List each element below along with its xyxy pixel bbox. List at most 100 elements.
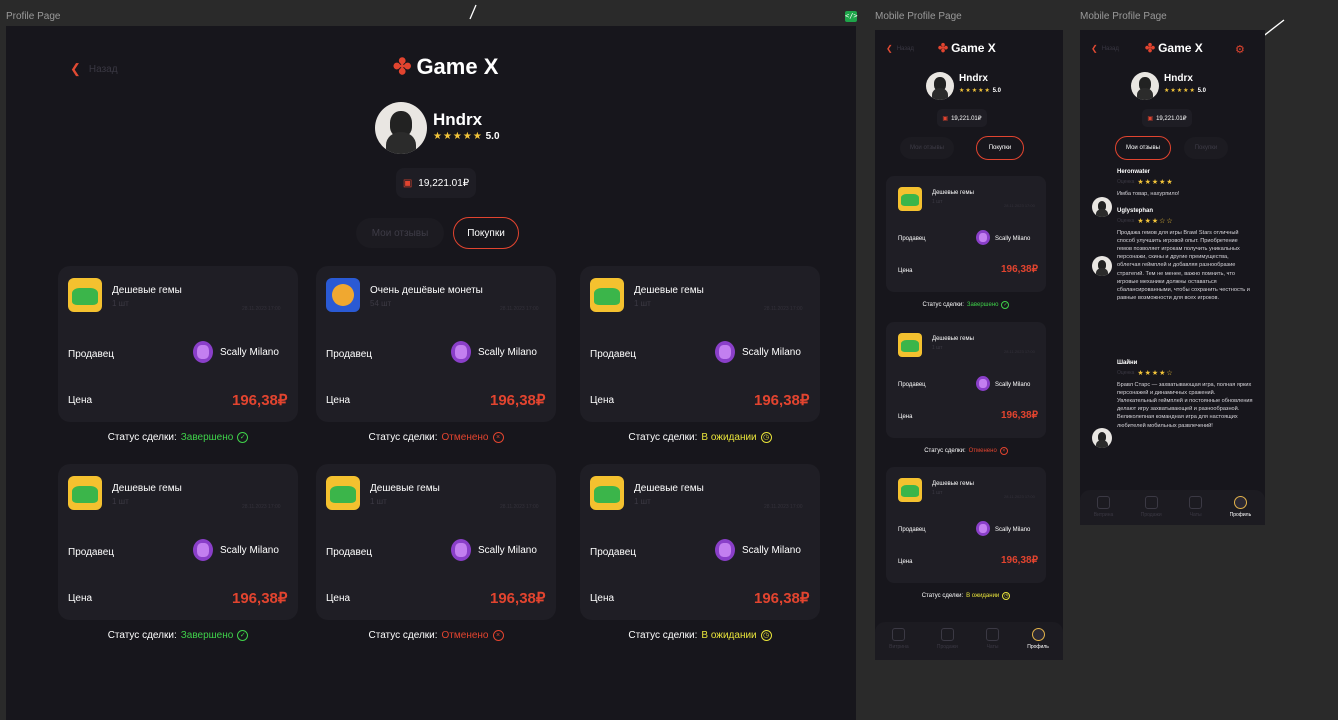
logo[interactable]: ✤ Game X [393, 54, 498, 80]
rating-stars: ★★★★★ [1164, 88, 1196, 94]
purchase-card[interactable]: Дешевые гемы 1 шт 28.11.2023 17:00 Продавец… [58, 464, 298, 620]
tabbar-item[interactable]: Продажи [1141, 496, 1162, 518]
seller-avatar[interactable] [715, 341, 735, 363]
seller-avatar[interactable] [451, 341, 471, 363]
seller-avatar[interactable] [451, 539, 471, 561]
reviewer-avatar[interactable] [1092, 428, 1112, 448]
balance-pill[interactable]: ▣ 19,221.01₽ [396, 168, 476, 198]
seller-avatar[interactable] [715, 539, 735, 561]
back-button-m2[interactable]: ❮ Назад [1091, 44, 1119, 53]
seller-name[interactable]: Scally Milano [995, 382, 1030, 388]
purchase-card[interactable]: Дешевые гемы 1 шт 28.11.2023 17:00 Продавец… [58, 266, 298, 422]
balance-value: 19,221.01₽ [1156, 115, 1187, 122]
review-rating-row: Оценка ★★★☆☆ [1117, 217, 1174, 225]
gear-icon[interactable]: ⚙ [1235, 43, 1245, 56]
seller-name[interactable]: Scally Milano [742, 347, 801, 358]
seller-name[interactable]: Scally Milano [742, 545, 801, 556]
tabbar-item[interactable]: Продажи [937, 628, 958, 650]
seller-name[interactable]: Scally Milano [220, 545, 279, 556]
annotation-stroke-icon [469, 4, 477, 20]
tab-purchases-m1[interactable]: Покупки [976, 136, 1024, 160]
seller-name[interactable]: Scally Milano [995, 236, 1030, 242]
card-title: Дешевые гемы [112, 483, 182, 494]
tabbar-item[interactable]: Чаты [1189, 496, 1203, 518]
rating-value: 5.0 [1197, 88, 1206, 94]
avatar[interactable] [375, 102, 427, 154]
rating-row-m2: ★★★★★ 5.0 [1164, 87, 1206, 94]
tabbar-label: Профиль [1229, 512, 1252, 518]
tabbar-item[interactable]: Чаты [986, 628, 1000, 650]
purchase-card[interactable]: Очень дешёвые монеты 54 шт 28.11.2023 17:0… [316, 266, 556, 422]
seller-name[interactable]: Scally Milano [478, 347, 537, 358]
avatar-m1[interactable] [926, 72, 954, 100]
card-quantity: 1 шт [370, 497, 387, 506]
deal-status: Статус сделки: Отменено × [316, 630, 556, 641]
tabbar-item[interactable]: Профиль [1027, 628, 1049, 650]
reviewer-avatar[interactable] [1092, 256, 1112, 276]
purchase-card[interactable]: Дешевые гемы 1 шт 28.11.2023 17:00 Продавец… [886, 176, 1046, 292]
tabbar-item[interactable]: Профиль [1229, 496, 1252, 518]
purchase-card[interactable]: Дешевые гемы 1 шт 28.11.2023 17:00 Продавец… [580, 464, 820, 620]
gems-thumbnail [68, 278, 102, 312]
purchase-card[interactable]: Дешевые гемы 1 шт 28.11.2023 17:00 Продавец… [886, 467, 1046, 583]
status-label: Статус сделки: [921, 593, 964, 599]
card-quantity: 1 шт [932, 199, 943, 205]
back-button-m1[interactable]: ❮ Назад [886, 44, 914, 53]
review-rating-row: Оценка ★★★★☆ [1117, 369, 1174, 377]
mobile-frame-reviews: ❮ Назад ✤ Game X ⚙ Hndrx ★★★★★ 5.0 ▣ 19,… [1080, 30, 1265, 525]
plus-circle-icon [940, 628, 954, 641]
avatar-m2[interactable] [1131, 72, 1159, 100]
seller-avatar[interactable] [193, 539, 213, 561]
code-badge-icon[interactable]: </> [845, 11, 858, 22]
coins-thumbnail [326, 278, 360, 312]
purchase-card[interactable]: Дешевые гемы 1 шт 28.11.2023 17:00 Продавец… [886, 322, 1046, 438]
tab-reviews-m1[interactable]: Мои отзывы [900, 137, 954, 159]
rating-row-m1: ★★★★★ 5.0 [959, 87, 1001, 94]
balance-pill-m1[interactable]: ▣ 19,221.01₽ [937, 109, 987, 127]
deal-status: Статус сделки: Завершено ✓ [886, 301, 1046, 309]
seller-name[interactable]: Scally Milano [478, 545, 537, 556]
reviewer-avatar[interactable] [1092, 197, 1112, 217]
seller-avatar[interactable] [976, 376, 990, 391]
review-text: Продажа гемов для игры Brawl Stars отлич… [1117, 230, 1250, 301]
status-value: В ожидании [701, 630, 757, 641]
gems-thumbnail [68, 476, 102, 510]
purchase-card[interactable]: Дешевые гемы 1 шт 28.11.2023 17:00 Продавец… [580, 266, 820, 422]
logo-text: Game X [951, 41, 996, 55]
price-label: Цена [326, 593, 351, 604]
reviewer-name: Heronwater [1117, 169, 1151, 175]
seller-name[interactable]: Scally Milano [995, 527, 1030, 533]
card-date: 28.11.2023 17:00 [242, 504, 281, 510]
tabbar-item[interactable]: Витрина [1094, 496, 1113, 518]
seller-avatar[interactable] [976, 230, 990, 245]
wallet-icon: ▣ [942, 115, 949, 122]
logo-m1[interactable]: ✤ Game X [938, 41, 996, 55]
tab-purchases[interactable]: Покупки [453, 217, 519, 249]
card-date: 28.11.2023 17:00 [1004, 494, 1035, 499]
gems-thumbnail [898, 478, 922, 502]
back-button[interactable]: ❮ Назад [70, 61, 118, 77]
purchase-card[interactable]: Дешевые гемы 1 шт 28.11.2023 17:00 Продавец… [316, 464, 556, 620]
price-label: Цена [898, 268, 913, 274]
chat-icon [1189, 496, 1203, 509]
tabbar-label: Чаты [986, 644, 999, 650]
clock-icon: ◷ [760, 432, 772, 443]
tabbar-label: Продажи [1140, 512, 1162, 518]
seller-avatar[interactable] [193, 341, 213, 363]
seller-avatar[interactable] [976, 521, 990, 536]
seller-label: Продавец [326, 349, 372, 360]
frame-label-mobile-2: Mobile Profile Page [1080, 11, 1167, 22]
logo-m2[interactable]: ✤ Game X [1145, 41, 1203, 55]
rating-value: 5.0 [992, 88, 1001, 94]
balance-pill-m2[interactable]: ▣ 19,221.01₽ [1142, 109, 1192, 127]
review-text: Бравл Старс — захватывающая игра, полная… [1117, 382, 1253, 429]
price-value: 196,38₽ [490, 392, 546, 409]
tab-purchases-m2[interactable]: Покупки [1184, 137, 1228, 159]
tab-reviews-m2[interactable]: Мои отзывы [1115, 136, 1171, 160]
tabbar-item[interactable]: Витрина [889, 628, 909, 650]
seller-label: Продавец [326, 547, 372, 558]
card-date: 28.11.2023 17:00 [1004, 203, 1035, 208]
seller-name[interactable]: Scally Milano [220, 347, 279, 358]
status-value: Отменено [968, 448, 997, 454]
tab-reviews[interactable]: Мои отзывы [356, 218, 444, 248]
